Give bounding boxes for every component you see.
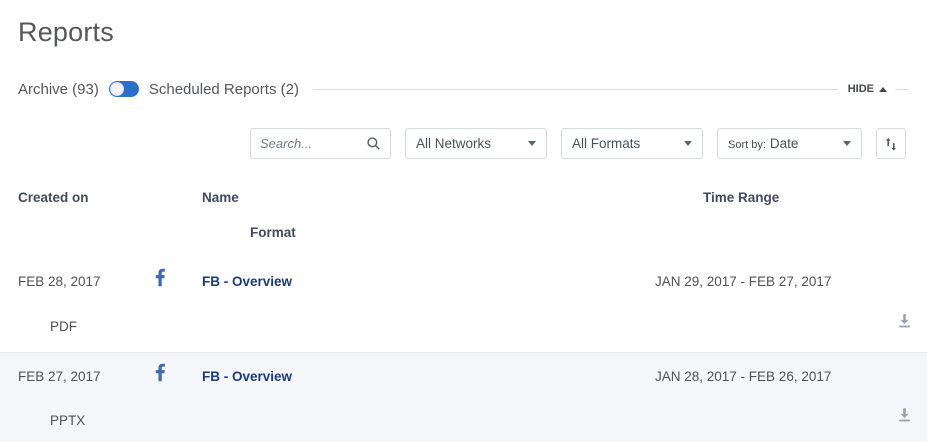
formats-dropdown[interactable]: All Formats <box>561 128 703 159</box>
time-range-value: JAN 28, 2017 - FEB 26, 2017 <box>655 369 831 384</box>
chevron-down-icon <box>684 141 692 146</box>
archive-scheduled-toggle[interactable] <box>109 81 139 97</box>
facebook-icon <box>150 362 171 386</box>
sort-by-value: Date <box>770 136 799 151</box>
hide-label: HIDE <box>848 83 874 95</box>
chevron-up-icon <box>879 87 887 92</box>
page-title: Reports <box>18 17 114 48</box>
download-button[interactable] <box>896 406 913 426</box>
search-icon[interactable] <box>366 136 381 151</box>
tab-archive[interactable]: Archive (93) <box>18 81 99 98</box>
chevron-down-icon <box>528 141 536 146</box>
reports-page: Reports Archive (93) Scheduled Reports (… <box>0 0 927 442</box>
search-input[interactable] <box>260 136 366 151</box>
search-box[interactable] <box>250 128 391 159</box>
facebook-icon <box>150 267 171 291</box>
download-icon <box>896 312 913 329</box>
chevron-down-icon <box>843 141 851 146</box>
column-header-name: Name <box>202 190 239 205</box>
created-on-value: FEB 27, 2017 <box>18 369 101 384</box>
format-value: PPTX <box>50 413 85 428</box>
report-name-link[interactable]: FB - Overview <box>202 369 292 384</box>
hide-toggle[interactable]: HIDE <box>848 83 887 95</box>
download-icon <box>896 406 913 423</box>
toggle-knob <box>110 82 124 96</box>
tab-scheduled-reports[interactable]: Scheduled Reports (2) <box>149 81 299 98</box>
formats-dropdown-value: All Formats <box>572 136 640 151</box>
sort-by-dropdown[interactable]: Sort by: Date <box>717 128 862 159</box>
column-header-created-on: Created on <box>18 190 89 205</box>
archive-toggle-row: Archive (93) Scheduled Reports (2) HIDE <box>18 79 909 99</box>
time-range-value: JAN 29, 2017 - FEB 27, 2017 <box>655 274 831 289</box>
sort-by-prefix: Sort by: <box>728 139 766 151</box>
download-button[interactable] <box>896 312 913 332</box>
networks-dropdown-value: All Networks <box>416 136 491 151</box>
table-row: FEB 27, 2017 FB - Overview JAN 28, 2017 … <box>0 352 927 442</box>
column-header-time-range: Time Range <box>703 190 779 205</box>
created-on-value: FEB 28, 2017 <box>18 274 101 289</box>
filter-toolbar: All Networks All Formats Sort by: Date <box>250 128 906 159</box>
networks-dropdown[interactable]: All Networks <box>405 128 547 159</box>
report-name-link[interactable]: FB - Overview <box>202 274 292 289</box>
divider-line-short <box>895 89 909 90</box>
table-row: FEB 28, 2017 FB - Overview JAN 29, 2017 … <box>0 255 927 352</box>
divider-line <box>313 89 838 90</box>
sort-arrows-icon <box>883 136 899 152</box>
format-value: PDF <box>50 319 77 334</box>
column-header-format: Format <box>250 225 296 240</box>
table-header: Created on Name Time Range Format <box>0 184 927 255</box>
sort-direction-button[interactable] <box>876 128 906 159</box>
